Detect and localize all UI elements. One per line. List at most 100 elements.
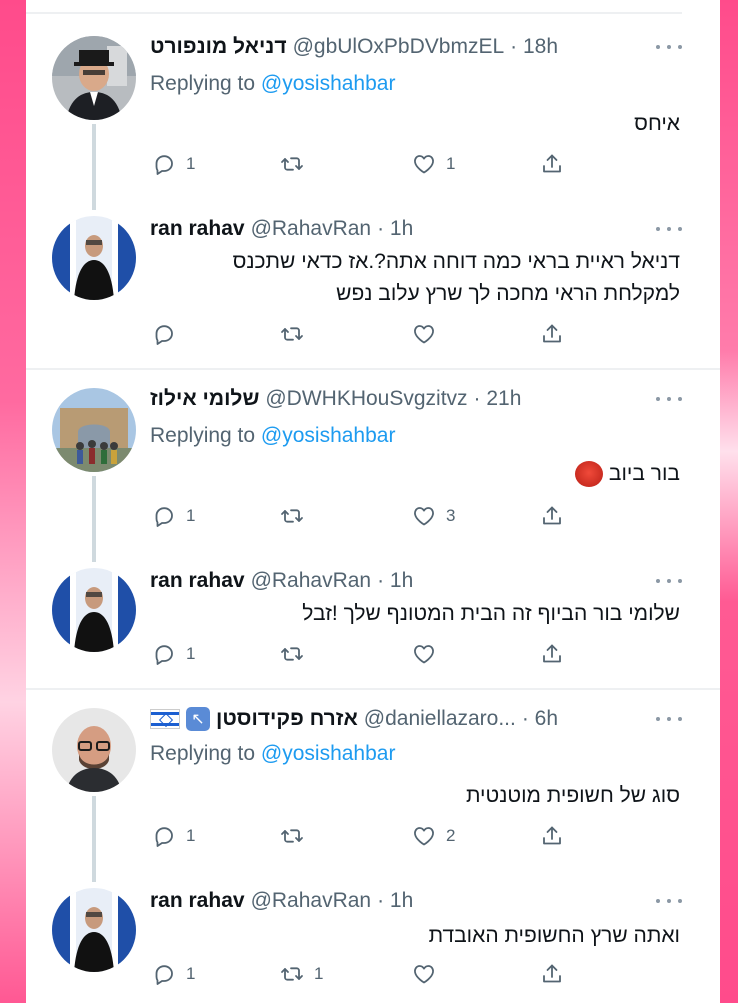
display-name[interactable]: ran rahav	[150, 569, 245, 593]
reply-button[interactable]	[152, 320, 186, 348]
avatar[interactable]	[52, 36, 136, 120]
retweet-button[interactable]: 1	[280, 960, 323, 988]
display-name[interactable]: ran rahav	[150, 889, 245, 913]
user-handle[interactable]: @gbUlOxPbDVbmzEL	[293, 35, 505, 59]
avatar[interactable]	[52, 568, 136, 652]
timeline-panel: דניאל מונפורט @gbUlOxPbDVbmzEL · 18h Rep…	[26, 0, 720, 1003]
replying-to: Replying to @yosishahbar	[150, 742, 396, 765]
share-button[interactable]	[540, 822, 564, 850]
timestamp[interactable]: · 1h	[377, 889, 413, 913]
reply-button[interactable]: 1	[152, 640, 195, 668]
tweet-header: ran rahav @RahavRan · 1h	[150, 214, 660, 244]
like-button[interactable]	[412, 320, 446, 348]
avatar[interactable]	[52, 708, 136, 792]
like-count: 1	[446, 154, 456, 173]
like-button[interactable]: 2	[412, 822, 455, 850]
tweet-text: סוג של חשופית מוטנטית	[465, 784, 680, 807]
replying-to-handle[interactable]: @yosishahbar	[261, 72, 396, 95]
like-button[interactable]: 1	[412, 150, 455, 178]
tweet-text: דניאל ראיית בראי כמה דוחה אתה?.אז כדאי ש…	[232, 250, 680, 305]
tweet-actions: 1 1	[150, 150, 610, 178]
display-name[interactable]: אזרח פקידוסטן	[216, 707, 358, 731]
like-icon	[412, 824, 436, 848]
more-options-icon[interactable]	[656, 42, 682, 52]
retweet-button[interactable]	[280, 822, 314, 850]
like-icon	[412, 152, 436, 176]
retweet-icon	[280, 824, 304, 848]
like-button[interactable]: 3	[412, 502, 455, 530]
more-options-icon[interactable]	[656, 714, 682, 724]
retweet-button[interactable]	[280, 150, 314, 178]
like-button[interactable]	[412, 640, 446, 668]
timestamp[interactable]: · 6h	[522, 707, 558, 731]
tweet-text: שלומי בור הביוף זה הבית המטונף שלך !זבל	[302, 602, 680, 625]
tweet-actions: 1	[150, 640, 610, 668]
arrow-up-left-icon: ↖	[186, 707, 210, 731]
like-count: 3	[446, 506, 456, 525]
thread-line	[92, 476, 96, 562]
retweet-icon	[280, 962, 304, 986]
timestamp[interactable]: · 1h	[377, 569, 413, 593]
reply-count: 1	[186, 644, 196, 663]
retweet-button[interactable]	[280, 320, 314, 348]
user-handle[interactable]: @RahavRan	[251, 889, 372, 913]
share-button[interactable]	[540, 150, 564, 178]
timestamp[interactable]: · 21h	[474, 387, 522, 411]
more-options-icon[interactable]	[656, 224, 682, 234]
right-pink-border	[720, 0, 738, 1003]
more-options-icon[interactable]	[656, 896, 682, 906]
more-options-icon[interactable]	[656, 394, 682, 404]
retweet-count: 1	[314, 964, 324, 983]
tweet-actions: 1 2	[150, 822, 610, 850]
thread-line	[92, 796, 96, 882]
display-name[interactable]: ran rahav	[150, 217, 245, 241]
avatar[interactable]	[52, 888, 136, 972]
tweet-text: בור ביוב	[150, 458, 680, 490]
tweet-header: דניאל מונפורט @gbUlOxPbDVbmzEL · 18h	[150, 32, 660, 62]
reply-button[interactable]: 1	[152, 822, 195, 850]
like-icon	[412, 962, 436, 986]
reply-button[interactable]: 1	[152, 502, 195, 530]
replying-to-handle[interactable]: @yosishahbar	[261, 424, 396, 447]
like-button[interactable]	[412, 960, 446, 988]
share-button[interactable]	[540, 640, 564, 668]
share-button[interactable]	[540, 502, 564, 530]
reply-icon	[152, 824, 176, 848]
tweet-header: ran rahav @RahavRan · 1h	[150, 566, 660, 596]
share-button[interactable]	[540, 960, 564, 988]
retweet-icon	[280, 642, 304, 666]
tweet-header: שלומי אילוז @DWHKHouSvgzitvz · 21h	[150, 384, 660, 414]
retweet-button[interactable]	[280, 640, 314, 668]
user-handle[interactable]: @RahavRan	[251, 217, 372, 241]
like-count: 2	[446, 826, 456, 845]
retweet-button[interactable]	[280, 502, 314, 530]
display-name[interactable]: דניאל מונפורט	[150, 35, 287, 59]
replying-to-handle[interactable]: @yosishahbar	[261, 742, 396, 765]
top-divider	[26, 12, 682, 14]
like-icon	[412, 504, 436, 528]
share-button[interactable]	[540, 320, 564, 348]
retweet-icon	[280, 504, 304, 528]
share-icon	[540, 504, 564, 528]
timestamp[interactable]: · 18h	[510, 35, 558, 59]
user-handle[interactable]: @DWHKHouSvgzitvz	[265, 387, 467, 411]
tweet-header: ran rahav @RahavRan · 1h	[150, 886, 660, 916]
tweet-actions: 1 3	[150, 502, 610, 530]
replying-to: Replying to @yosishahbar	[150, 72, 396, 95]
display-name[interactable]: שלומי אילוז	[150, 387, 259, 411]
timestamp[interactable]: · 1h	[377, 217, 413, 241]
reply-icon	[152, 962, 176, 986]
more-options-icon[interactable]	[656, 576, 682, 586]
retweet-icon	[280, 152, 304, 176]
share-icon	[540, 152, 564, 176]
reply-button[interactable]: 1	[152, 150, 195, 178]
avatar[interactable]	[52, 216, 136, 300]
reply-count: 1	[186, 506, 196, 525]
avatar[interactable]	[52, 388, 136, 472]
reply-icon	[152, 152, 176, 176]
user-handle[interactable]: @daniellazaro...	[364, 707, 516, 731]
user-handle[interactable]: @RahavRan	[251, 569, 372, 593]
reply-button[interactable]: 1	[152, 960, 195, 988]
share-icon	[540, 642, 564, 666]
tweet-actions	[150, 320, 610, 348]
